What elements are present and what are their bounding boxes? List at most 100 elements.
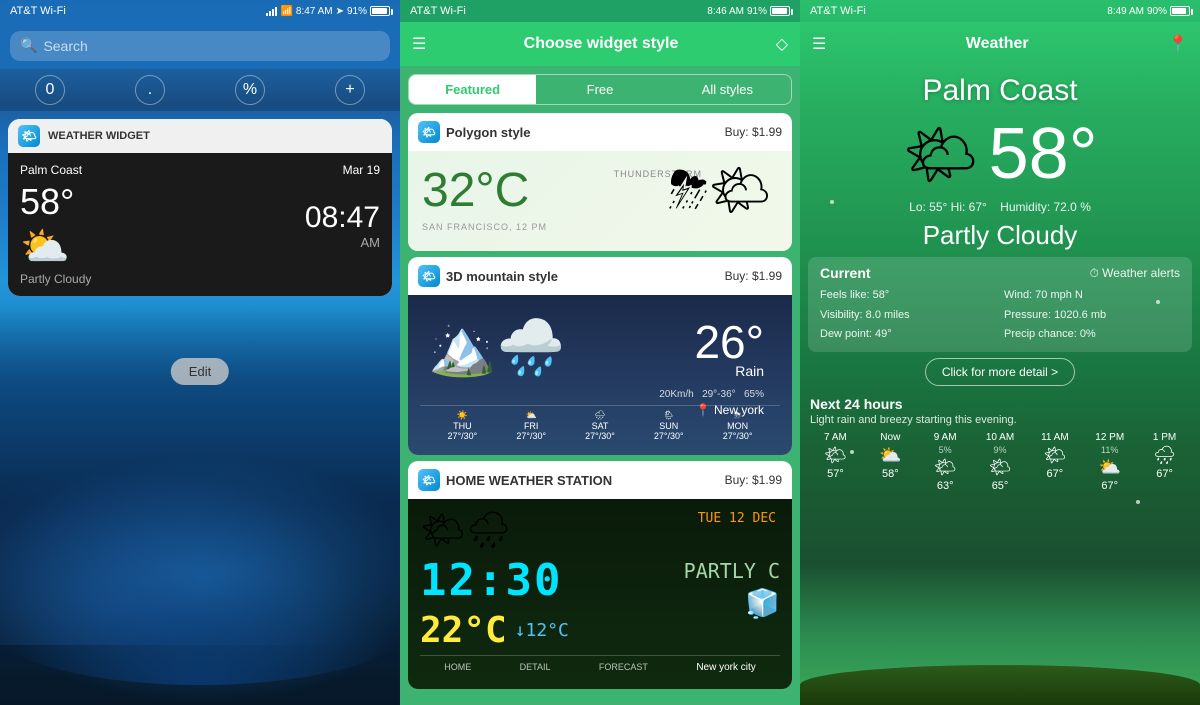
weather-widget-card: 🌤 WEATHER WIDGET Palm Coast Mar 19 58° ⛅… (8, 119, 392, 296)
tab-all-styles[interactable]: All styles (664, 75, 791, 104)
battery-pct-1: 91% (347, 6, 367, 17)
tab-free[interactable]: Free (536, 75, 663, 104)
hour-10am: 10 AM 9% 🌤 65° (975, 432, 1026, 492)
mountain-humidity: 65% (744, 389, 764, 400)
hour-1pm: 1 PM 🌧 67° (1139, 432, 1190, 492)
home-station-price[interactable]: Buy: $1.99 (725, 473, 782, 487)
next24-description: Light rain and breezy starting this even… (810, 414, 1190, 426)
hour-icon-3: 🌤 (975, 457, 1026, 478)
home-station-title: HOME WEATHER STATION (446, 473, 612, 488)
edit-button[interactable]: Edit (171, 358, 229, 385)
panel3-hamburger-icon[interactable]: ☰ (812, 34, 826, 54)
widget-card-home-station[interactable]: 🌤 HOME WEATHER STATION Buy: $1.99 🌤🌧 12:… (408, 461, 792, 689)
home-time-display: 12:30 (420, 555, 562, 606)
diamond-icon[interactable]: ◇ (776, 34, 788, 54)
precip-chance: Precip chance: 0% (1004, 326, 1180, 344)
forecast-thu: ☀️THU27°/30° (448, 410, 478, 441)
widget-body: Palm Coast Mar 19 58° ⛅ 08:47 AM Partly … (8, 153, 392, 296)
temp-details: Lo: 55° Hi: 67° Humidity: 72.0 % (800, 200, 1200, 214)
hour-icon-4: 🌤 (1029, 445, 1080, 466)
panel-ios-widget: AT&T Wi-Fi 📶 8:47 AM ➤ 91% 🔍 Search 0 . … (0, 0, 400, 705)
mountain-icon: 🌤 (418, 265, 440, 287)
battery-icon-3 (1170, 6, 1190, 16)
widget-condition: Partly Cloudy (20, 272, 380, 286)
widget-location: Palm Coast (20, 163, 82, 177)
widget-card-mountain[interactable]: 🌤 3D mountain style Buy: $1.99 🏔️🌧️ 26° … (408, 257, 792, 455)
panel2-title: Choose widget style (426, 35, 775, 53)
hour-9am: 9 AM 5% 🌤 63° (920, 432, 971, 492)
widget-main-row: 58° ⛅ 08:47 AM (20, 181, 380, 270)
mountain-stats: 20Km/h 29°-36° 65% (659, 389, 764, 400)
hour-icon-0: 🌤 (810, 445, 861, 466)
hour-icon-2: 🌤 (920, 457, 971, 478)
num-pct[interactable]: % (235, 75, 265, 105)
search-bar[interactable]: 🔍 Search (0, 22, 400, 69)
carrier-3: AT&T Wi-Fi (810, 5, 866, 17)
widget-app-icon: 🌤 (18, 125, 40, 147)
num-plus[interactable]: + (335, 75, 365, 105)
widget-row-top: Palm Coast Mar 19 (20, 163, 380, 177)
location-arrow-1: ➤ (336, 6, 344, 17)
carrier-1: AT&T Wi-Fi (10, 5, 66, 17)
mountain-wind: 20Km/h (659, 389, 693, 400)
mountain-condition: Rain (735, 363, 764, 379)
hour-now: Now ⛅ 58° (865, 432, 916, 492)
weather-alerts[interactable]: ⏱ Weather alerts (1089, 266, 1180, 281)
battery-pct-2: 91% (747, 6, 767, 17)
search-icon: 🔍 (20, 37, 37, 54)
hamburger-icon[interactable]: ☰ (412, 34, 426, 54)
home-station-header: 🌤 HOME WEATHER STATION Buy: $1.99 (408, 461, 792, 499)
polygon-preview: 32°C THUNDERSTORM ⛈🌤 SAN FRANCISCO, 12 P… (408, 151, 792, 251)
home-location-label: New york city (696, 662, 755, 673)
panel3-location-icon[interactable]: 📍 (1168, 34, 1188, 54)
polygon-weather-icon: ⛈🌤 (669, 161, 772, 220)
mountain-forecast-row: ☀️THU27°/30° ⛅FRI27°/30° 🌧SAT27°/30° 🌦SU… (420, 405, 780, 445)
search-label: Search (43, 38, 87, 54)
time-3: 8:49 AM (1107, 6, 1144, 17)
carrier-2: AT&T Wi-Fi (410, 5, 466, 17)
city-name: Palm Coast (800, 74, 1200, 108)
panel-weather-detail: AT&T Wi-Fi 8:49 AM 90% ☰ Weather 📍 Palm … (800, 0, 1200, 705)
num-dot[interactable]: . (135, 75, 165, 105)
status-bar-3: AT&T Wi-Fi 8:49 AM 90% (800, 0, 1200, 22)
widget-style-tabs: Featured Free All styles (408, 74, 792, 105)
home-nav-forecast[interactable]: FORECAST (599, 662, 648, 673)
widget-ampm: AM (305, 235, 380, 250)
pressure: Pressure: 1020.6 mb (1004, 307, 1180, 325)
mountain-card-header: 🌤 3D mountain style Buy: $1.99 (408, 257, 792, 295)
polygon-price[interactable]: Buy: $1.99 (725, 125, 782, 139)
mountain-price[interactable]: Buy: $1.99 (725, 269, 782, 283)
hourly-forecast-row: 7 AM 🌤 57° Now ⛅ 58° 9 AM 5% 🌤 63° 10 AM… (810, 432, 1190, 492)
home-temp-row: 22°C ↓12°C (420, 610, 569, 651)
sparkle-4 (1136, 500, 1140, 504)
home-station-nav: HOME DETAIL FORECAST New york city (420, 655, 780, 679)
sparkle-1 (830, 200, 834, 204)
feels-like: Feels like: 58° (820, 287, 996, 305)
detail-button[interactable]: Click for more detail > (925, 358, 1075, 386)
tab-featured[interactable]: Featured (409, 75, 536, 104)
panel3-title: Weather (826, 35, 1168, 53)
forecast-sun: 🌦SUN27°/30° (654, 410, 684, 441)
home-bucket-icon: 🧊 (684, 587, 780, 620)
search-input[interactable]: 🔍 Search (10, 31, 390, 61)
widget-card-polygon[interactable]: 🌤 Polygon style Buy: $1.99 32°C THUNDERS… (408, 113, 792, 251)
polygon-title: Polygon style (446, 125, 531, 140)
num-0[interactable]: 0 (35, 75, 65, 105)
widget-temp: 58° (20, 181, 74, 223)
home-nav-detail[interactable]: DETAIL (520, 662, 551, 673)
main-weather-row: 🌤 58° (800, 108, 1200, 200)
status-bar-2: AT&T Wi-Fi 8:46 AM 91% (400, 0, 800, 22)
widget-time-display: 08:47 (305, 201, 380, 235)
panel-widget-chooser: AT&T Wi-Fi 8:46 AM 91% ☰ Choose widget s… (400, 0, 800, 705)
current-section: Current ⏱ Weather alerts Feels like: 58°… (808, 257, 1192, 352)
mountain-preview: 🏔️🌧️ 26° Rain 20Km/h 29°-36° 65% 📍 New y… (408, 295, 792, 455)
forecast-mon: ⛈MON27°/30° (723, 410, 753, 441)
mountain-scene-icon: 🏔️🌧️ (428, 315, 565, 380)
current-header: Current ⏱ Weather alerts (820, 265, 1180, 281)
home-nav-home[interactable]: HOME (444, 662, 471, 673)
forecast-sat: 🌧SAT27°/30° (585, 410, 615, 441)
main-condition: Partly Cloudy (800, 220, 1200, 251)
main-temperature: 58° (989, 118, 1098, 190)
hour-12pm: 12 PM 11% ⛅ 67° (1084, 432, 1135, 492)
home-station-preview: 🌤🌧 12:30 22°C ↓12°C TUE 12 DEC PARTLY C … (408, 499, 792, 689)
